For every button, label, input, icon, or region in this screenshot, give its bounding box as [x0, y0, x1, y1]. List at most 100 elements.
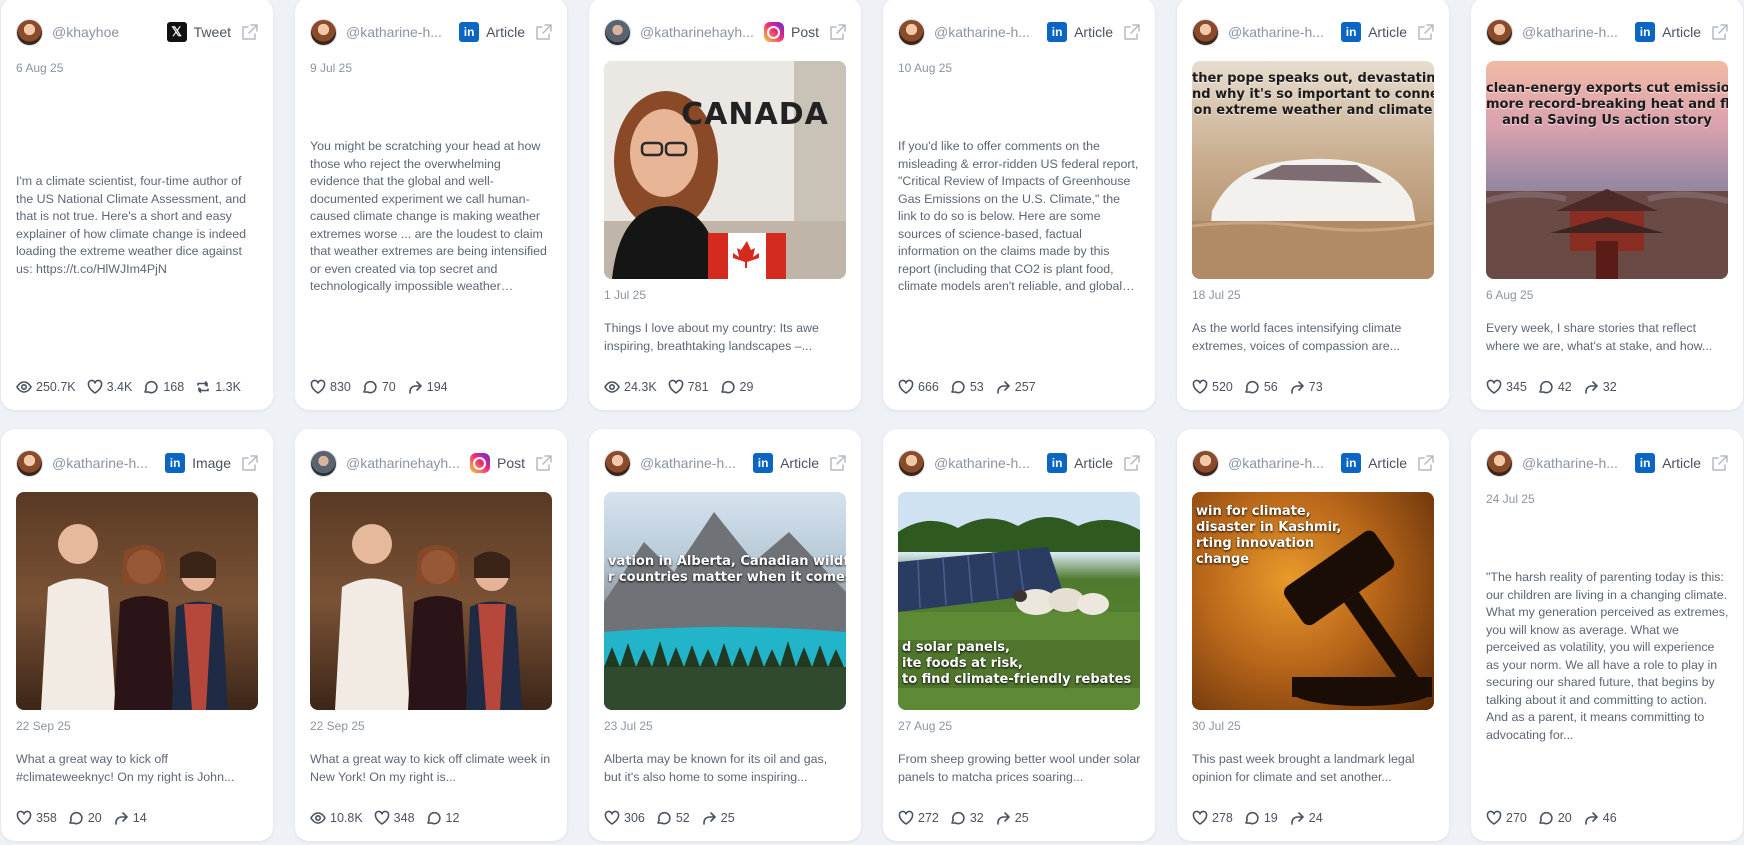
instagram-icon	[469, 453, 490, 473]
author-handle[interactable]: @katharine-h...	[346, 24, 453, 40]
heart-icon	[1192, 810, 1208, 825]
post-image[interactable]: d solar panels, ite foods at risk, to fi…	[898, 492, 1140, 710]
external-link-icon[interactable]	[1711, 23, 1729, 41]
author-handle[interactable]: @katharine-h...	[1228, 24, 1335, 40]
post-card[interactable]: @katharine-h... in Article clean-energy …	[1471, 0, 1743, 410]
likes-stat: 3.4K	[87, 379, 132, 395]
heart-icon	[16, 810, 32, 825]
linkedin-icon: in	[1341, 22, 1362, 42]
post-card[interactable]: @katharinehayh... Post CANADA 1 Jul 25 T…	[589, 0, 861, 410]
external-link-icon[interactable]	[1123, 23, 1141, 41]
author-handle[interactable]: @katharine-h...	[1228, 455, 1335, 471]
post-image[interactable]	[16, 492, 258, 710]
external-link-icon[interactable]	[241, 454, 259, 472]
author-handle[interactable]: @katharine-h...	[1522, 24, 1629, 40]
post-date: 27 Aug 25	[898, 719, 953, 733]
likes-stat: 348	[374, 810, 415, 826]
comment-icon	[426, 811, 441, 825]
author-handle[interactable]: @katharine-h...	[640, 455, 747, 471]
likes-count: 345	[1506, 380, 1527, 394]
comment-icon	[69, 811, 83, 825]
post-card[interactable]: @khayhoe 𝕏 Tweet 6 Aug 25 I'm a climate …	[1, 0, 273, 410]
comments-stat: 52	[656, 810, 690, 826]
image-caption: ther pope speaks out, devastating Texas …	[1192, 71, 1434, 118]
external-link-icon[interactable]	[1711, 454, 1729, 472]
image-caption: vation in Alberta, Canadian wildfire sea…	[608, 554, 846, 585]
likes-stat: 830	[310, 379, 351, 395]
heart-icon	[604, 810, 620, 825]
shares-count: 24	[1308, 811, 1323, 825]
author-handle[interactable]: @katharine-h...	[52, 455, 159, 471]
external-link-icon[interactable]	[829, 23, 847, 41]
post-card[interactable]: @katharine-h... in Article 24 Jul 25 "Th…	[1471, 429, 1743, 841]
external-link-icon[interactable]	[241, 23, 259, 41]
post-card[interactable]: @katharine-h... in Article 9 Jul 25 You …	[295, 0, 567, 410]
author-handle[interactable]: @katharinehayh...	[640, 24, 758, 40]
post-card[interactable]: @katharine-h... in Article ther pope spe…	[1177, 0, 1449, 410]
post-image[interactable]: win for climate, disaster in Kashmir, rt…	[1192, 492, 1434, 710]
engagement-stats: 250.7K 3.4K 168 1.3K	[16, 379, 252, 395]
linkedin-icon: in	[165, 453, 186, 473]
views-stat: 250.7K	[16, 379, 76, 395]
post-image[interactable]: vation in Alberta, Canadian wildfire sea…	[604, 492, 846, 710]
comments-count: 53	[969, 380, 984, 394]
author-handle[interactable]: @khayhoe	[52, 24, 161, 40]
post-text: I'm a climate scientist, four-time autho…	[16, 174, 247, 276]
engagement-stats: 24.3K 781 29	[604, 379, 764, 395]
post-card[interactable]: @katharinehayh... Post 22 Sep 25 What a …	[295, 429, 567, 841]
external-link-icon[interactable]	[1417, 454, 1435, 472]
author-handle[interactable]: @katharine-h...	[1522, 455, 1629, 471]
author-handle[interactable]: @katharine-h...	[934, 455, 1041, 471]
post-card[interactable]: @katharine-h... in Article 10 Aug 25 If …	[883, 0, 1155, 410]
engagement-stats: 272 32 25	[898, 810, 1040, 826]
comments-count: 168	[163, 380, 185, 394]
engagement-stats: 10.8K 348 12	[310, 810, 470, 826]
post-date: 22 Sep 25	[16, 719, 71, 733]
post-image[interactable]: ther pope speaks out, devastating Texas …	[1192, 61, 1434, 279]
likes-count: 306	[624, 811, 645, 825]
external-link-icon[interactable]	[535, 454, 553, 472]
retweet-icon	[197, 381, 210, 393]
avatar	[16, 449, 43, 477]
post-card[interactable]: @katharine-h... in Article vation in Alb…	[589, 429, 861, 841]
platform-badge: in Article	[1341, 453, 1407, 473]
comments-stat: 53	[950, 379, 984, 395]
likes-count: 830	[330, 380, 351, 394]
engagement-stats: 520 56 73	[1192, 379, 1334, 395]
external-link-icon[interactable]	[1417, 23, 1435, 41]
card-header: @katharine-h... in Article	[1486, 449, 1729, 477]
post-image[interactable]: CANADA	[604, 61, 846, 279]
external-link-icon[interactable]	[535, 23, 553, 41]
linkedin-icon: in	[1047, 22, 1068, 42]
heart-icon	[898, 810, 914, 825]
post-type-label: Article	[780, 455, 819, 471]
comment-icon	[1539, 380, 1553, 394]
post-text: Every week, I share stories that reflect…	[1486, 321, 1713, 353]
post-text: This past week brought a landmark legal …	[1192, 752, 1415, 784]
views-count: 24.3K	[624, 380, 657, 394]
post-card[interactable]: @katharine-h... in Article win for clima…	[1177, 429, 1449, 841]
card-header: @khayhoe 𝕏 Tweet	[16, 18, 259, 46]
portrait-illustration	[604, 61, 846, 279]
external-link-icon[interactable]	[1123, 454, 1141, 472]
shares-stat: 46	[1583, 810, 1617, 826]
post-date: 6 Aug 25	[16, 61, 64, 75]
post-card[interactable]: @katharine-h... in Article d solar panel…	[883, 429, 1155, 841]
card-header: @katharine-h... in Article	[898, 449, 1141, 477]
post-image[interactable]: clean-energy exports cut emissions wor m…	[1486, 61, 1728, 279]
shares-stat: 194	[407, 379, 448, 395]
author-handle[interactable]: @katharine-h...	[934, 24, 1041, 40]
shares-stat: 257	[995, 379, 1036, 395]
comments-count: 20	[1557, 811, 1572, 825]
post-card[interactable]: @katharine-h... in Image 22 Sep 25 What …	[1, 429, 273, 841]
post-image[interactable]	[310, 492, 552, 710]
avatar	[1486, 449, 1513, 477]
share-icon	[996, 381, 1010, 394]
share-icon	[1584, 812, 1598, 825]
heart-icon	[310, 379, 326, 394]
card-header: @katharinehayh... Post	[604, 18, 847, 46]
comments-stat: 56	[1244, 379, 1278, 395]
external-link-icon[interactable]	[829, 454, 847, 472]
comments-stat: 32	[950, 810, 984, 826]
author-handle[interactable]: @katharinehayh...	[346, 455, 464, 471]
